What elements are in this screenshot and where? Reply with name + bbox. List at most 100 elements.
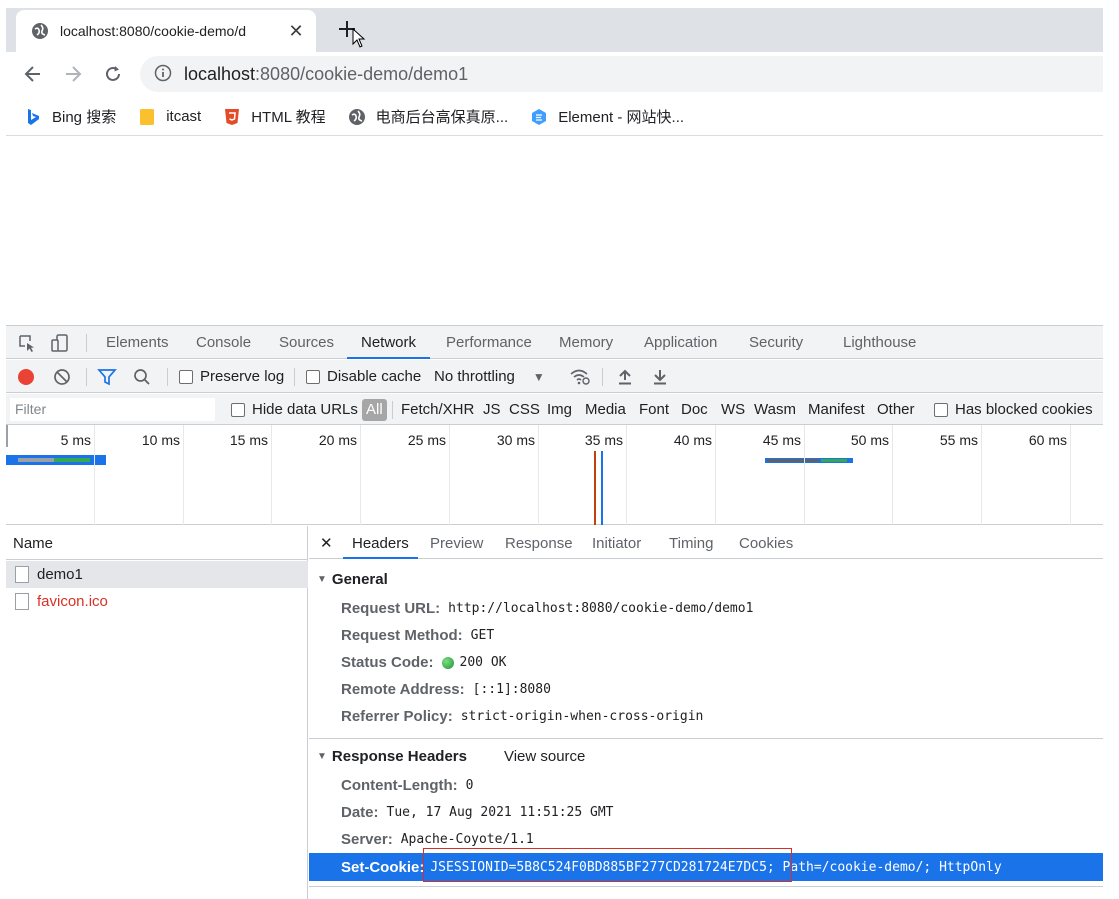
timeline-gridline	[892, 425, 893, 525]
toolbar-separator	[602, 368, 603, 386]
export-har-icon[interactable]	[651, 360, 669, 393]
clear-icon[interactable]	[53, 360, 71, 393]
name-column-header[interactable]: Name	[6, 526, 308, 560]
filter-type-wasm[interactable]: Wasm	[754, 394, 796, 425]
timeline-tick-label: 55 ms	[939, 432, 978, 448]
timeline-gridline	[715, 425, 716, 525]
globe-icon	[30, 21, 50, 41]
dropdown-arrow-icon: ▼	[532, 369, 545, 384]
address-bar[interactable]: localhost:8080/cookie-demo/demo1	[140, 56, 1103, 92]
filter-type-manifest[interactable]: Manifest	[808, 394, 865, 425]
tab-timing[interactable]: Timing	[669, 526, 713, 559]
bookmark-ecommerce[interactable]: 电商后台高保真原...	[348, 106, 508, 127]
search-icon[interactable]	[133, 360, 151, 393]
dom-content-loaded-line	[594, 451, 596, 525]
tab-security[interactable]: Security	[749, 326, 803, 359]
timeline-gridline	[981, 425, 982, 525]
bookmark-bing[interactable]: Bing 搜索	[24, 106, 116, 127]
tab-elements[interactable]: Elements	[106, 326, 169, 359]
request-bar-download	[54, 458, 90, 462]
timeline-tick-label: 25 ms	[407, 432, 446, 448]
timeline-tick-label: 30 ms	[496, 432, 535, 448]
close-icon[interactable]: ✕	[320, 526, 333, 559]
reload-button[interactable]	[97, 58, 129, 90]
tab-response[interactable]: Response	[505, 526, 573, 559]
filter-type-doc[interactable]: Doc	[681, 394, 708, 425]
info-icon[interactable]	[154, 64, 172, 85]
tab-headers[interactable]: Headers	[343, 526, 418, 559]
close-icon[interactable]: ✕	[286, 21, 306, 41]
inspect-element-icon[interactable]	[16, 332, 38, 354]
header-row: Status Code: 200 OK	[341, 654, 507, 671]
forward-button[interactable]	[57, 58, 89, 90]
network-conditions-icon[interactable]	[569, 360, 591, 393]
status-ok-dot-icon	[441, 656, 454, 669]
tab-preview[interactable]: Preview	[430, 526, 483, 559]
filter-type-ws[interactable]: WS	[721, 394, 745, 425]
url-host: localhost	[184, 63, 256, 84]
bookmark-itcast[interactable]: itcast	[138, 108, 201, 126]
throttling-select[interactable]: No throttling ▼	[434, 360, 545, 393]
filter-type-js[interactable]: JS	[483, 394, 501, 425]
bookmarks-bar: Bing 搜索 itcast HTML 教程 电商后台高保真原... Eleme…	[6, 98, 1103, 136]
filter-type-other[interactable]: Other	[877, 394, 915, 425]
filter-icon[interactable]	[97, 360, 117, 393]
header-row: Date: Tue, 17 Aug 2021 11:51:25 GMT	[341, 804, 614, 821]
response-headers-section-header[interactable]: ▼ Response Headers View source	[309, 742, 1103, 770]
filter-type-media[interactable]: Media	[585, 394, 626, 425]
toolbar-separator	[86, 368, 87, 386]
tab-memory[interactable]: Memory	[559, 326, 613, 359]
view-source-link[interactable]: View source	[504, 748, 585, 765]
network-overview-timeline[interactable]: 5 ms 10 ms 15 ms 20 ms 25 ms 30 ms 35 ms 40 ms 4…	[6, 425, 1103, 525]
request-bar-favicon	[765, 458, 853, 463]
tab-initiator[interactable]: Initiator	[592, 526, 641, 559]
section-divider	[309, 738, 1103, 739]
record-button[interactable]	[17, 360, 35, 393]
tab-network[interactable]: Network	[347, 326, 431, 359]
globe-icon	[348, 108, 366, 126]
timeline-tick-label: 20 ms	[318, 432, 357, 448]
filter-type-all[interactable]: All	[362, 399, 387, 421]
device-toolbar-icon[interactable]	[49, 332, 71, 354]
filter-type-fetch-xhr[interactable]: Fetch/XHR	[401, 394, 474, 425]
tab-sources[interactable]: Sources	[279, 326, 334, 359]
back-button[interactable]	[17, 58, 49, 90]
tab-lighthouse[interactable]: Lighthouse	[843, 326, 916, 359]
timeline-tick-label: 45 ms	[762, 432, 801, 448]
toolbar-separator	[392, 401, 393, 419]
timeline-tick-label: 15 ms	[229, 432, 268, 448]
url-path: :8080/cookie-demo/demo1	[255, 63, 469, 84]
request-bar-waiting	[767, 459, 819, 462]
filter-input[interactable]: Filter	[10, 398, 215, 421]
preserve-log-checkbox[interactable]: Preserve log	[179, 360, 284, 393]
disable-cache-checkbox[interactable]: Disable cache	[306, 360, 421, 393]
request-row-demo1[interactable]: demo1	[6, 561, 308, 588]
document-icon	[15, 566, 29, 583]
import-har-icon[interactable]	[616, 360, 634, 393]
request-bar-waiting	[18, 458, 54, 462]
filter-type-img[interactable]: Img	[547, 394, 572, 425]
devtools-tab-bar: Elements Console Sources Network Perform…	[6, 326, 1103, 359]
expand-triangle-icon: ▼	[317, 573, 327, 585]
header-row: Referrer Policy: strict-origin-when-cros…	[341, 708, 704, 725]
element-icon	[530, 108, 548, 126]
timeline-gridline	[94, 425, 95, 525]
tab-cookies[interactable]: Cookies	[739, 526, 793, 559]
toolbar-separator	[294, 368, 295, 386]
browser-tab[interactable]: localhost:8080/cookie-demo/d ✕	[16, 10, 316, 52]
has-blocked-cookies-checkbox[interactable]: Has blocked cookies	[934, 394, 1093, 425]
tab-application[interactable]: Application	[644, 326, 717, 359]
timeline-gridline	[360, 425, 361, 525]
general-section-header[interactable]: ▼ General	[309, 565, 1103, 593]
bookmark-element[interactable]: Element - 网站快...	[530, 106, 684, 127]
tab-performance[interactable]: Performance	[446, 326, 532, 359]
request-row-favicon[interactable]: favicon.ico	[6, 588, 308, 615]
filter-type-css[interactable]: CSS	[509, 394, 540, 425]
requests-panel: Name demo1 favicon.ico	[6, 526, 308, 899]
hide-data-urls-checkbox[interactable]: Hide data URLs	[231, 394, 358, 425]
toolbar-separator	[86, 334, 87, 352]
tab-console[interactable]: Console	[196, 326, 251, 359]
timeline-tick-label: 10 ms	[141, 432, 180, 448]
bookmark-html-tutorial[interactable]: HTML 教程	[223, 106, 326, 127]
filter-type-font[interactable]: Font	[639, 394, 669, 425]
